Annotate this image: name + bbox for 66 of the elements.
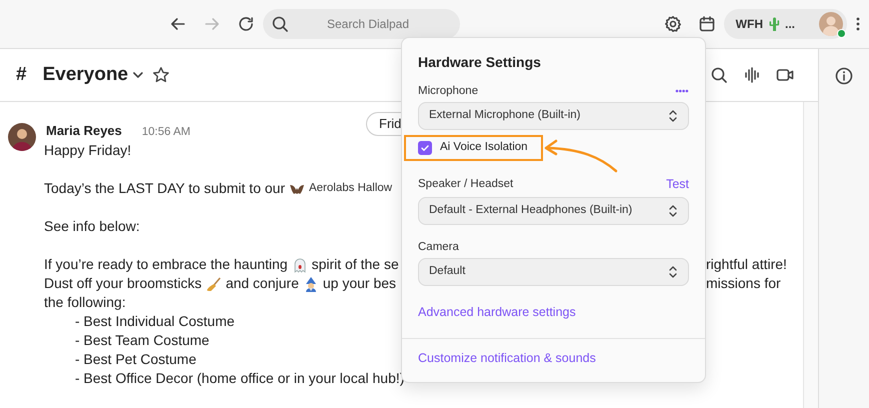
popup-title: Hardware Settings — [418, 53, 542, 72]
chevron-up-down-icon — [668, 264, 678, 279]
message-text: and conjure — [226, 274, 299, 293]
voice-button[interactable] — [744, 66, 760, 84]
kebab-menu-icon — [855, 16, 861, 32]
field-label: Speaker / Headset — [418, 177, 514, 192]
more-options-button[interactable] — [855, 16, 861, 32]
message-text: Today’s the LAST DAY to submit to our — [44, 179, 285, 198]
message-text: Happy Friday! — [44, 141, 132, 160]
back-button[interactable] — [169, 15, 187, 33]
forward-arrow-icon — [203, 15, 221, 33]
message-text: - Best Individual Costume — [75, 312, 235, 331]
video-button[interactable] — [776, 67, 794, 83]
select-field[interactable]: External Microphone (Built-in) — [418, 102, 689, 130]
settings-link[interactable]: Advanced hardware settings — [418, 302, 576, 322]
star-icon — [152, 66, 170, 84]
settings-link[interactable]: Customize notification & sounds — [418, 348, 596, 368]
message-time: 10:56 AM — [142, 124, 190, 140]
checkmark-icon — [420, 143, 430, 153]
search-icon — [710, 66, 728, 84]
sender-avatar — [8, 123, 36, 151]
search-button[interactable] — [710, 66, 728, 84]
cactus-icon — [766, 16, 781, 32]
message-text: If you’re ready to embrace the haunting — [44, 255, 288, 274]
search-icon — [271, 15, 289, 33]
message-text: - Best Team Costume — [75, 331, 210, 350]
checkbox-label: Ai Voice Isolation — [440, 140, 528, 156]
message-text: Dust off your broomsticks — [44, 274, 202, 293]
back-arrow-icon — [169, 15, 187, 33]
chevron-up-down-icon — [668, 204, 678, 218]
reload-button[interactable] — [237, 15, 255, 33]
select-field[interactable]: Default — [418, 258, 689, 286]
settings-button[interactable] — [664, 15, 682, 33]
checkbox[interactable] — [418, 141, 432, 155]
message-text: spirit of the se — [312, 255, 399, 274]
gear-icon — [664, 15, 682, 33]
message-text: missions for — [706, 274, 782, 293]
field-label: Microphone — [418, 84, 478, 99]
channel-hash: # — [16, 62, 27, 87]
field-label: Camera — [418, 240, 459, 255]
message-text: the following: — [44, 293, 126, 312]
test-link[interactable]: Test — [666, 175, 689, 194]
sender-name: Maria Reyes — [46, 122, 122, 140]
calendar-icon — [698, 15, 716, 33]
info-button[interactable] — [835, 67, 853, 85]
info-icon — [835, 67, 853, 85]
message-text: - Best Pet Costume — [75, 350, 196, 369]
message-text: Aerolabs Hallow — [308, 181, 392, 196]
message-text: rightful attire! — [706, 255, 788, 274]
search-input[interactable]: Search Dialpad — [313, 15, 423, 33]
message-text: See info below: — [44, 217, 140, 236]
user-avatar — [819, 12, 843, 36]
chevron-down-icon — [132, 69, 144, 81]
message-text: up your bes — [322, 274, 396, 293]
select-field[interactable]: Default - External Headphones (Built-in) — [418, 196, 689, 225]
sound-wave-icon — [744, 66, 760, 84]
video-camera-icon — [776, 67, 794, 83]
calendar-button[interactable] — [698, 15, 716, 33]
search-bar[interactable]: Search Dialpad — [263, 9, 460, 39]
status-button[interactable]: WFH ... — [724, 9, 847, 39]
channel-name-button[interactable]: Everyone — [42, 60, 144, 90]
chevron-up-down-icon — [668, 109, 678, 123]
broom-icon — [206, 276, 222, 292]
star-button[interactable] — [152, 66, 170, 84]
reload-icon — [237, 15, 255, 33]
ghost-icon — [292, 256, 308, 272]
